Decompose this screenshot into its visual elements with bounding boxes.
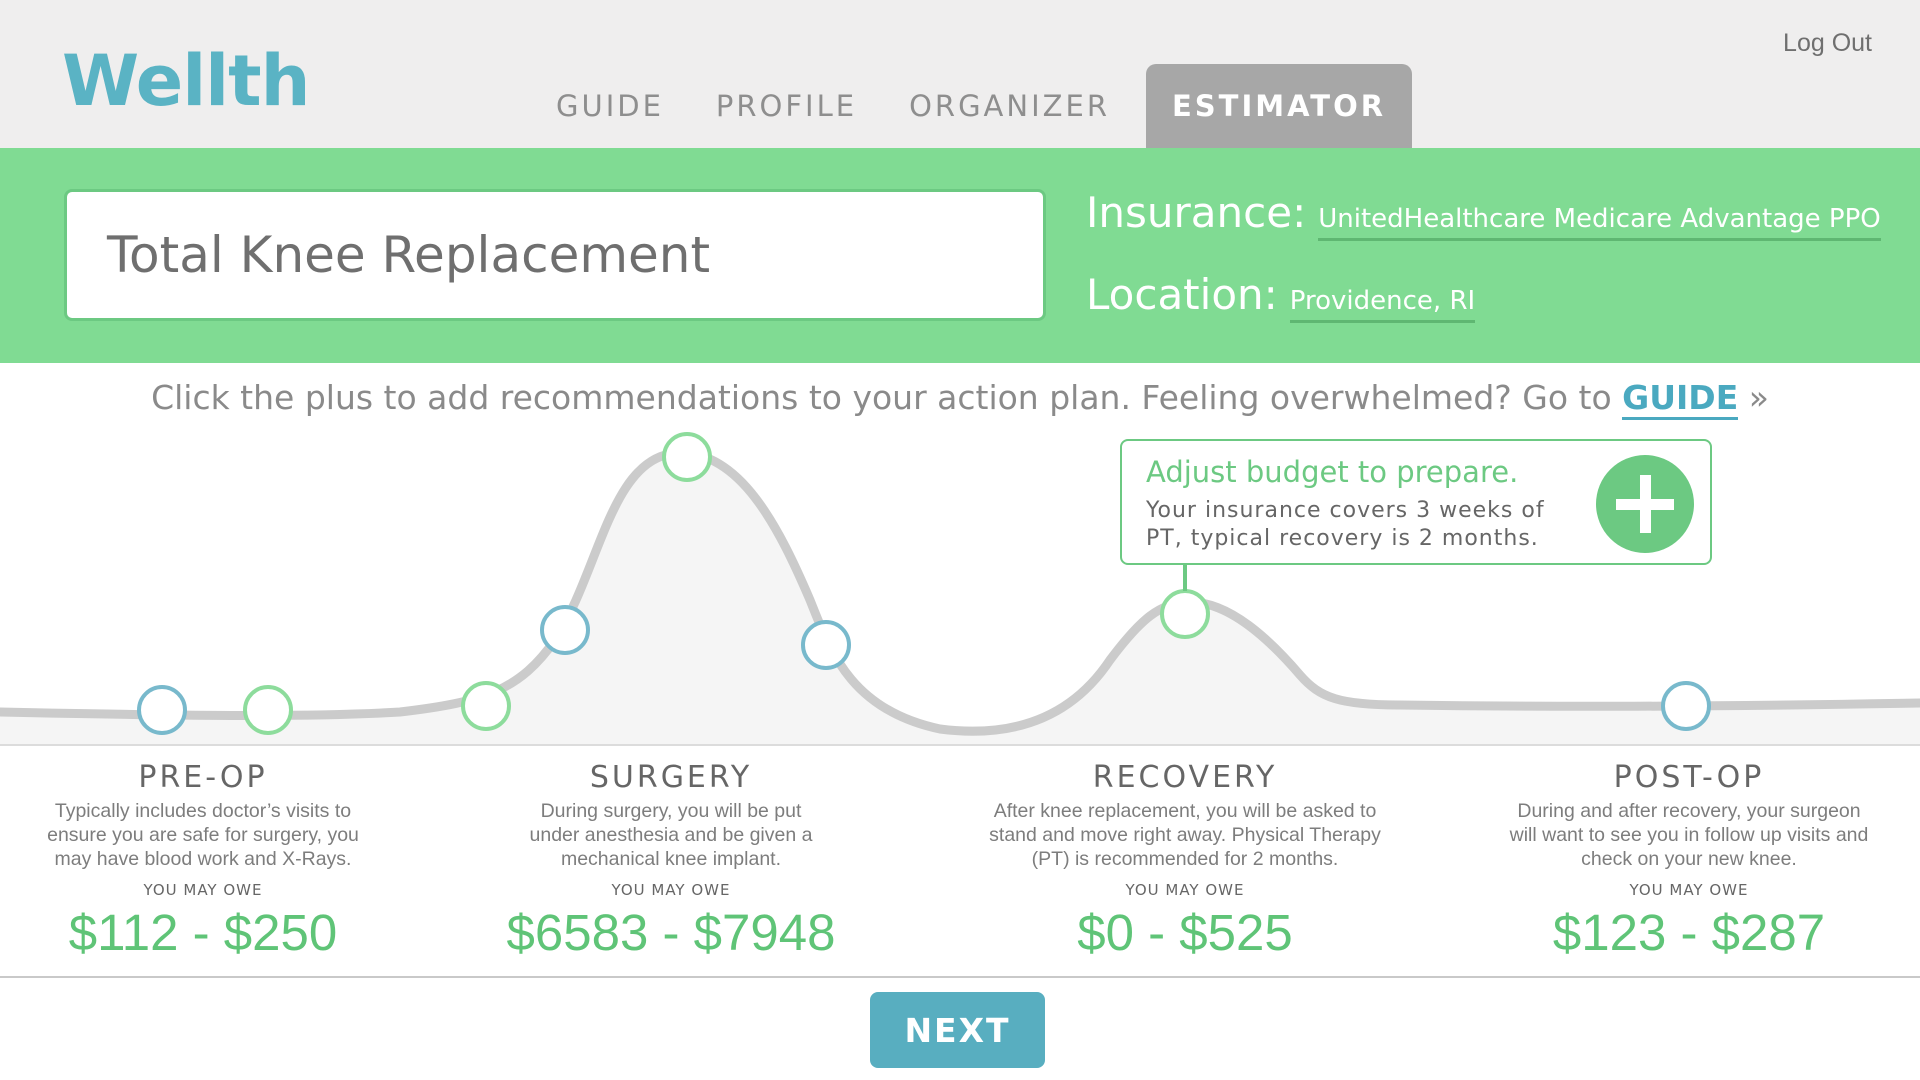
surgery-marker-green-peak[interactable]: [662, 432, 712, 482]
recovery-marker-green[interactable]: [1160, 589, 1210, 639]
location-row: Location: Providence, RI: [1086, 270, 1476, 323]
phase-title: RECOVERY: [1092, 760, 1278, 795]
location-value-link[interactable]: Providence, RI: [1289, 286, 1476, 323]
cost-range: $123 - $287: [1552, 904, 1826, 961]
owe-label: YOU MAY OWE: [1125, 881, 1245, 899]
tab-organizer[interactable]: ORGANIZER: [883, 64, 1136, 148]
tooltip-title: Adjust budget to prepare.: [1146, 455, 1519, 489]
cost-range: $0 - $525: [1077, 904, 1293, 961]
procedure-field[interactable]: Total Knee Replacement: [64, 189, 1046, 321]
phase-title: PRE-OP: [138, 760, 268, 795]
tooltip-body: Your insurance covers 3 weeks of PT, typ…: [1146, 498, 1545, 551]
guide-link[interactable]: GUIDE: [1622, 378, 1739, 420]
recommendation-tooltip: Adjust budget to prepare. Your insurance…: [1120, 439, 1712, 565]
phase-recovery: RECOVERY After knee replacement, you wil…: [955, 760, 1415, 962]
instruction-body: Click the plus to add recommendations to…: [151, 378, 1623, 417]
tab-profile[interactable]: PROFILE: [690, 64, 883, 148]
insurance-label: Insurance:: [1086, 188, 1307, 237]
phase-description: During surgery, you will be put under an…: [529, 800, 813, 870]
plus-icon[interactable]: [1596, 455, 1694, 553]
owe-label: YOU MAY OWE: [143, 881, 263, 899]
surgery-marker-blue-right[interactable]: [801, 620, 851, 670]
wellth-logo[interactable]: Wellth: [62, 40, 310, 122]
surgery-marker-blue-left[interactable]: [540, 605, 590, 655]
phase-summary: PRE-OP Typically includes doctor’s visit…: [0, 744, 1920, 978]
instruction-text: Click the plus to add recommendations to…: [0, 378, 1920, 420]
preop-marker-green[interactable]: [243, 685, 293, 735]
phase-title: POST-OP: [1613, 760, 1765, 795]
main-nav: GUIDE PROFILE ORGANIZER ESTIMATOR: [530, 64, 1413, 148]
logout-link[interactable]: Log Out: [1783, 29, 1872, 58]
location-label: Location:: [1086, 270, 1278, 319]
cost-range: $112 - $250: [68, 904, 338, 961]
owe-label: YOU MAY OWE: [611, 881, 731, 899]
app-header: Wellth GUIDE PROFILE ORGANIZER ESTIMATOR…: [0, 0, 1920, 148]
guide-chevron-icon: »: [1738, 378, 1769, 417]
next-button[interactable]: NEXT: [870, 992, 1045, 1068]
tooltip-connector: [1183, 565, 1187, 591]
tab-guide[interactable]: GUIDE: [530, 64, 690, 148]
insurance-value-link[interactable]: UnitedHealthcare Medicare Advantage PPO: [1318, 204, 1881, 241]
procedure-band: Total Knee Replacement Insurance: United…: [0, 148, 1920, 363]
cost-range: $6583 - $7948: [506, 904, 836, 961]
owe-label: YOU MAY OWE: [1629, 881, 1749, 899]
phase-title: SURGERY: [589, 760, 753, 795]
tab-estimator[interactable]: ESTIMATOR: [1145, 64, 1413, 148]
phase-preop: PRE-OP Typically includes doctor’s visit…: [0, 760, 433, 962]
phase-description: After knee replacement, you will be aske…: [989, 800, 1381, 870]
surgery-marker-green-start[interactable]: [461, 681, 511, 731]
procedure-value: Total Knee Replacement: [107, 226, 711, 284]
phase-description: Typically includes doctor’s visits to en…: [47, 800, 359, 870]
phase-postop: POST-OP During and after recovery, your …: [1459, 760, 1919, 962]
postop-marker-blue[interactable]: [1661, 681, 1711, 731]
phase-surgery: SURGERY During surgery, you will be put …: [441, 760, 901, 962]
preop-marker-blue[interactable]: [137, 685, 187, 735]
insurance-row: Insurance: UnitedHealthcare Medicare Adv…: [1086, 188, 1881, 241]
phase-description: During and after recovery, your surgeon …: [1509, 800, 1869, 870]
